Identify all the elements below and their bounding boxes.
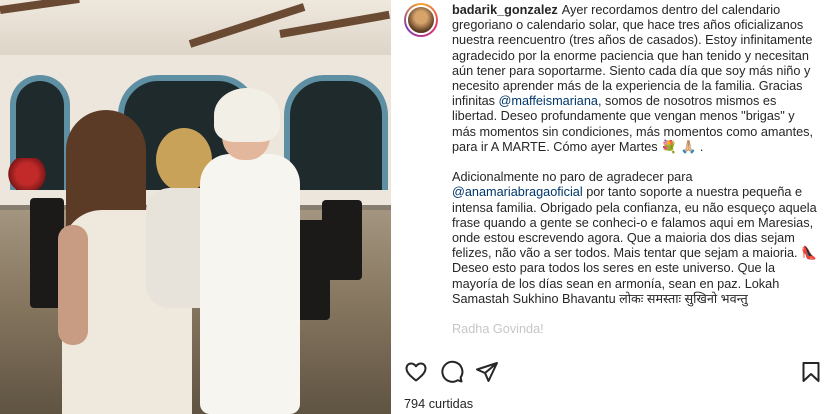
heart-icon[interactable] [404,360,428,384]
photo-flowers [6,158,48,190]
caption-text: por tanto soporte a nuestra pequeña e in… [452,185,817,306]
send-icon[interactable] [475,360,499,384]
photo-chair [322,200,362,280]
likes-count[interactable]: 794 curtidas [404,397,473,411]
bookmark-icon[interactable] [799,360,823,384]
post-caption: badarik_gonzalez Ayer recordamos dentro d… [452,3,822,343]
post-side-panel: badarik_gonzalez Ayer recordamos dentro d… [391,0,828,414]
mention-link[interactable]: @anamariabragaoficial [452,185,583,199]
username-link[interactable]: badarik_gonzalez [452,3,558,17]
photo-person-woman [200,88,310,414]
post-photo [0,0,391,414]
comment-icon[interactable] [440,360,464,384]
caption-text: Adicionalmente no paro de agradecer para [452,170,693,185]
photo-ceiling [0,0,391,60]
avatar[interactable] [404,3,438,37]
caption-faded-line: Radha Govinda! [452,322,544,337]
photo-hair [214,88,280,142]
caption-text: Ayer recordamos dentro del calendario gr… [452,3,813,109]
mention-link[interactable]: @maffeismariana [499,94,598,108]
avatar-image [406,5,436,35]
post-actions [391,356,828,388]
caption-paragraph: Adicionalmente no paro de agradecer para… [452,170,822,307]
caption-paragraph: badarik_gonzalez Ayer recordamos dentro d… [452,3,822,155]
photo-outfit [200,154,300,414]
photo-arm [58,225,88,345]
